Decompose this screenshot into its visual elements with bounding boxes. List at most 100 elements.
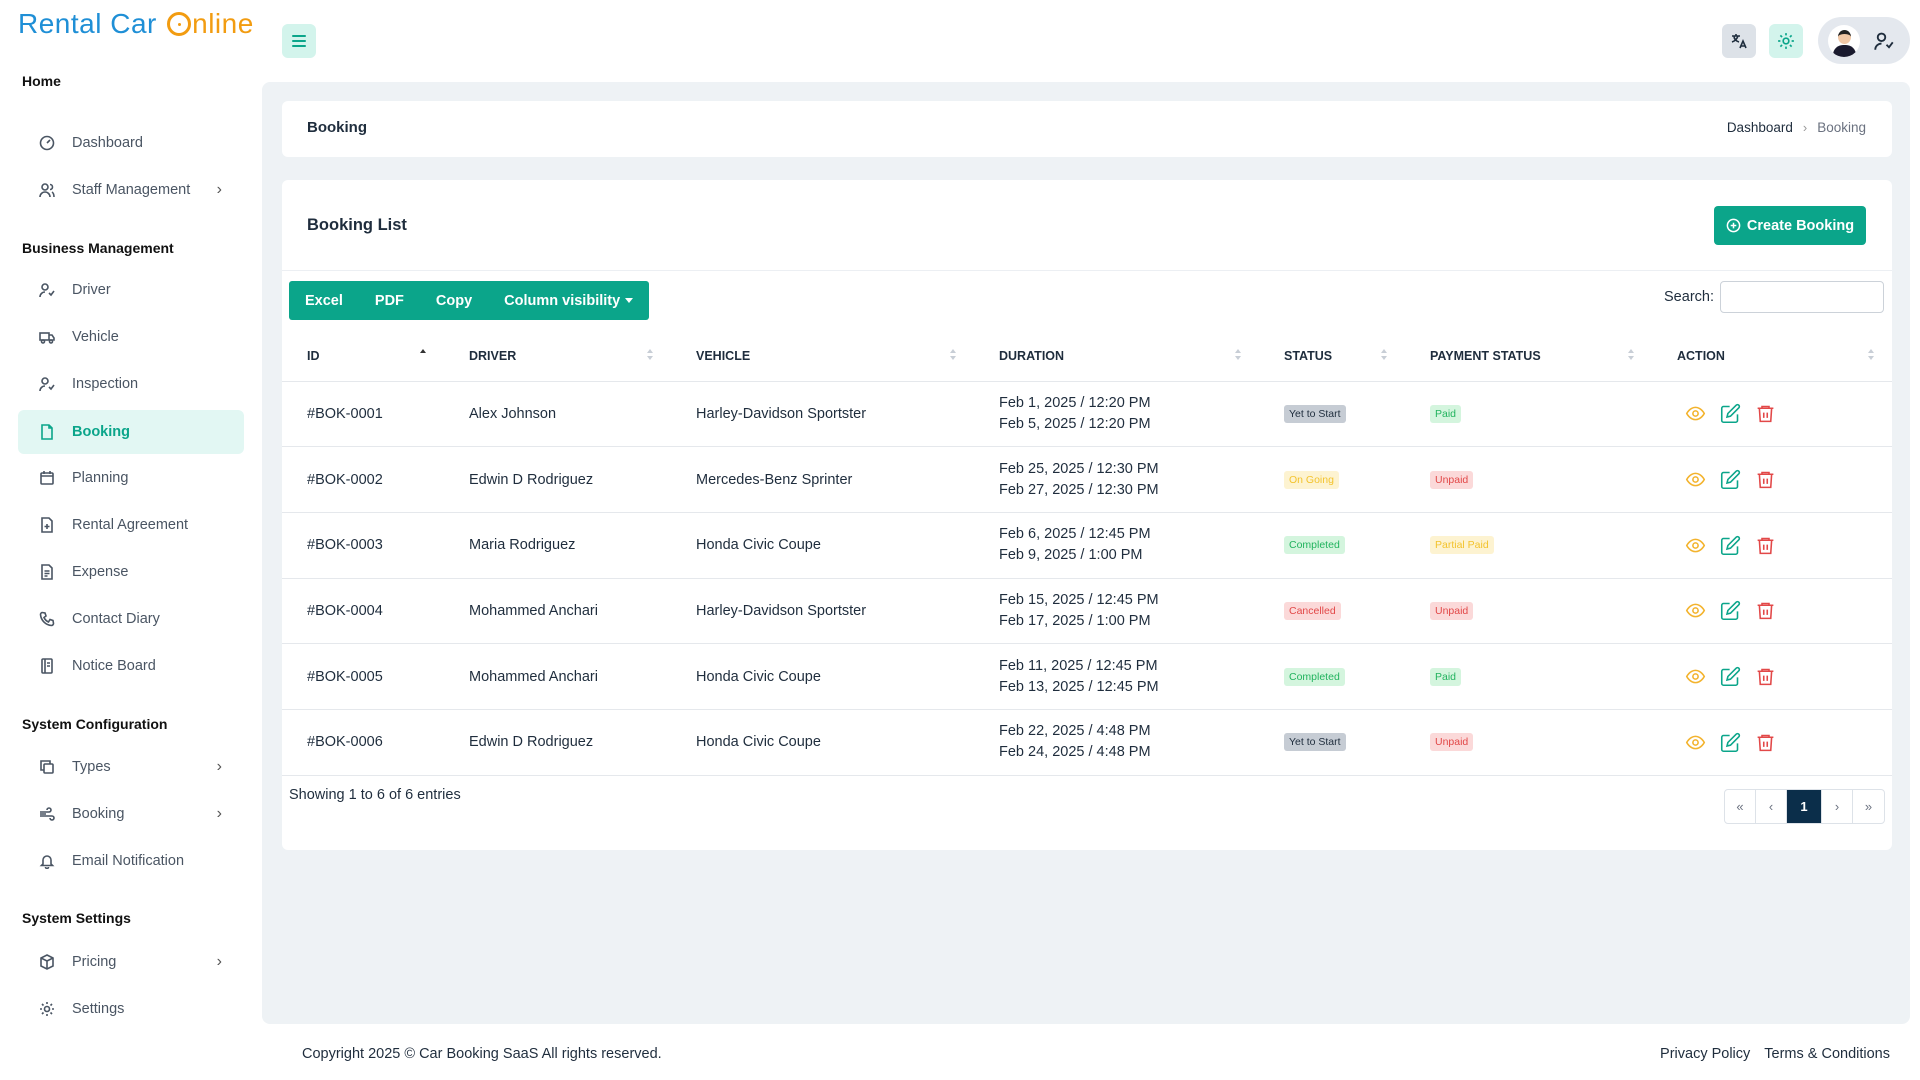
status-cell: Completed <box>1259 643 1405 710</box>
privacy-policy-link[interactable]: Privacy Policy <box>1660 1046 1750 1062</box>
sidebar-item-inspection[interactable]: Inspection <box>18 362 244 406</box>
pagination-prev-button[interactable]: ‹ <box>1756 790 1787 823</box>
pagination-first-button[interactable]: « <box>1725 790 1756 823</box>
trash-icon[interactable] <box>1755 469 1776 490</box>
eye-icon[interactable] <box>1685 469 1706 490</box>
eye-icon[interactable] <box>1685 600 1706 621</box>
booking-id[interactable]: #BOK-0004 <box>282 578 444 645</box>
driver-name: Edwin D Rodriguez <box>444 446 671 513</box>
sidebar-item-email-notification[interactable]: Email Notification <box>18 839 244 883</box>
copy-button[interactable]: Copy <box>420 281 488 320</box>
trash-icon[interactable] <box>1755 732 1776 753</box>
status-badge: Completed <box>1284 536 1345 555</box>
pdf-export-button[interactable]: PDF <box>359 281 420 320</box>
action-cell <box>1652 709 1892 776</box>
export-button-group: Excel PDF Copy Column visibility <box>289 281 650 320</box>
sidebar-item-staff-management[interactable]: Staff Management › <box>18 168 244 212</box>
sidebar-item-label: Staff Management <box>72 182 191 198</box>
chevron-right-icon: › <box>216 181 222 198</box>
trash-icon[interactable] <box>1755 403 1776 424</box>
booking-id[interactable]: #BOK-0001 <box>282 381 444 448</box>
column-header-vehicle[interactable]: Vehicle <box>671 331 974 382</box>
create-booking-button[interactable]: Create Booking <box>1714 206 1866 245</box>
edit-icon[interactable] <box>1720 732 1741 753</box>
column-header-duration[interactable]: Duration <box>974 331 1259 382</box>
pagination: « ‹ 1 › » <box>1724 789 1885 824</box>
driver-name: Alex Johnson <box>444 381 671 448</box>
search-label: Search: <box>1664 289 1714 305</box>
eye-icon[interactable] <box>1685 535 1706 556</box>
eye-icon[interactable] <box>1685 403 1706 424</box>
sidebar-item-pricing[interactable]: Pricing › <box>18 940 244 984</box>
user-check-icon <box>38 281 56 299</box>
column-visibility-button[interactable]: Column visibility <box>488 281 649 320</box>
sidebar-item-types[interactable]: Types › <box>18 745 244 789</box>
sidebar-item-booking[interactable]: Booking <box>18 410 244 454</box>
booking-list-card: Booking List Create Booking Excel PDF Co… <box>282 180 1892 850</box>
driver-name: Mohammed Anchari <box>444 643 671 710</box>
pagination-page-button[interactable]: 1 <box>1787 790 1822 823</box>
trash-icon[interactable] <box>1755 600 1776 621</box>
action-cell <box>1652 381 1892 448</box>
sidebar-item-expense[interactable]: Expense <box>18 550 244 594</box>
sidebar-item-label: Vehicle <box>72 329 119 345</box>
column-header-payment-status[interactable]: Payment Status <box>1405 331 1652 382</box>
booking-id[interactable]: #BOK-0002 <box>282 446 444 513</box>
trash-icon[interactable] <box>1755 666 1776 687</box>
box-icon <box>38 953 56 971</box>
app-logo[interactable]: Rental Car nline <box>18 8 254 40</box>
menu-toggle-button[interactable] <box>282 24 316 58</box>
duration-start: Feb 11, 2025 / 12:45 PM <box>999 657 1158 674</box>
trash-icon[interactable] <box>1755 535 1776 556</box>
booking-id[interactable]: #BOK-0005 <box>282 643 444 710</box>
chevron-right-icon: › <box>1802 120 1808 135</box>
edit-icon[interactable] <box>1720 469 1741 490</box>
pagination-last-button[interactable]: » <box>1853 790 1884 823</box>
edit-icon[interactable] <box>1720 666 1741 687</box>
sidebar-item-settings[interactable]: Settings <box>18 987 244 1031</box>
excel-export-button[interactable]: Excel <box>289 281 359 320</box>
booking-id[interactable]: #BOK-0006 <box>282 709 444 776</box>
sidebar-item-vehicle[interactable]: Vehicle <box>18 315 244 359</box>
calendar-icon <box>38 469 56 487</box>
table-row: #BOK-0005 Mohammed Anchari Honda Civic Cou… <box>282 643 1892 710</box>
eye-icon[interactable] <box>1685 732 1706 753</box>
sort-icon <box>1235 349 1243 363</box>
column-header-driver[interactable]: Driver <box>444 331 671 382</box>
table-row: #BOK-0004 Mohammed Anchari Harley-Davidson… <box>282 578 1892 645</box>
terms-link[interactable]: Terms & Conditions <box>1764 1046 1890 1062</box>
language-button[interactable] <box>1722 24 1756 58</box>
sidebar-item-booking-config[interactable]: Booking › <box>18 792 244 836</box>
booking-id[interactable]: #BOK-0003 <box>282 512 444 579</box>
breadcrumb: Dashboard › Booking <box>1727 120 1866 135</box>
sidebar-item-planning[interactable]: Planning <box>18 456 244 500</box>
edit-icon[interactable] <box>1720 535 1741 556</box>
booking-table: ID Driver Vehicle Duration Status Paymen… <box>282 331 1892 776</box>
chevron-right-icon: › <box>216 758 222 775</box>
column-header-id[interactable]: ID <box>282 331 444 382</box>
column-header-status[interactable]: Status <box>1259 331 1405 382</box>
search-input[interactable] <box>1720 281 1884 313</box>
steering-wheel-icon <box>167 12 192 36</box>
sidebar-item-dashboard[interactable]: Dashboard <box>18 121 244 165</box>
gear-icon <box>38 1000 56 1018</box>
settings-button[interactable] <box>1769 24 1803 58</box>
sidebar-item-contact-diary[interactable]: Contact Diary <box>18 597 244 641</box>
edit-icon[interactable] <box>1720 600 1741 621</box>
gear-icon <box>1778 33 1794 49</box>
user-menu[interactable] <box>1818 17 1910 64</box>
sidebar-item-rental-agreement[interactable]: Rental Agreement <box>18 503 244 547</box>
sidebar-item-notice-board[interactable]: Notice Board <box>18 644 244 688</box>
sidebar-item-driver[interactable]: Driver <box>18 268 244 312</box>
status-cell: Cancelled <box>1259 578 1405 645</box>
breadcrumb-dashboard-link[interactable]: Dashboard <box>1727 120 1793 135</box>
duration-end: Feb 24, 2025 / 4:48 PM <box>999 744 1151 761</box>
divider <box>282 270 1892 271</box>
edit-icon[interactable] <box>1720 403 1741 424</box>
payment-status-cell: Paid <box>1405 643 1652 710</box>
eye-icon[interactable] <box>1685 666 1706 687</box>
column-header-action[interactable]: Action <box>1652 331 1892 382</box>
pagination-next-button[interactable]: › <box>1822 790 1853 823</box>
duration-end: Feb 9, 2025 / 1:00 PM <box>999 547 1143 564</box>
sort-icon <box>1381 349 1389 363</box>
